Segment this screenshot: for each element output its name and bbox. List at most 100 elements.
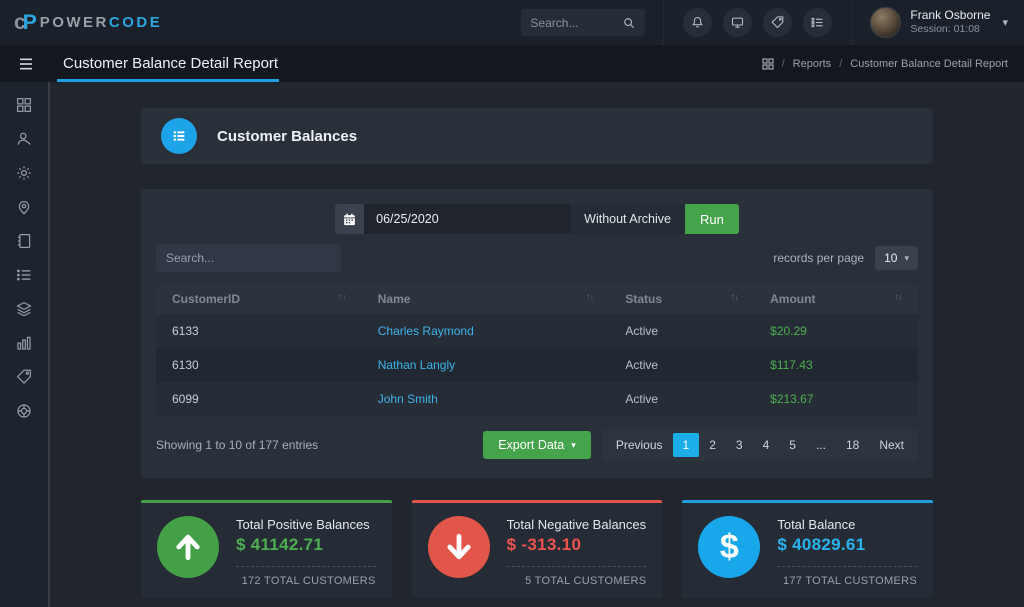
- customer-link[interactable]: John Smith: [378, 392, 438, 406]
- user-name: Frank Osborne: [910, 8, 990, 23]
- export-data-button[interactable]: Export Data ▾: [483, 431, 591, 459]
- positive-badge: [157, 516, 219, 578]
- column-header-customerid[interactable]: CustomerID↑↓: [156, 284, 362, 314]
- summary-cards-row: Total Positive Balances $ 41142.71 172 T…: [141, 500, 933, 598]
- sidebar: [0, 82, 50, 607]
- page-title: Customer Balance Detail Report: [63, 55, 278, 72]
- divider: [236, 566, 376, 567]
- search-icon[interactable]: [622, 16, 636, 30]
- sidebar-item-customers[interactable]: [14, 129, 34, 148]
- pagination-page-5[interactable]: 5: [779, 433, 806, 457]
- table-row: 6130 Nathan Langly Active $117.43: [156, 348, 918, 382]
- report-header-badge: [161, 118, 197, 154]
- breadcrumb: / Reports / Customer Balance Detail Repo…: [762, 58, 1008, 70]
- global-search-input[interactable]: [530, 16, 622, 30]
- dashboard-grid-icon[interactable]: [762, 58, 774, 70]
- sort-icon[interactable]: ↑↓: [586, 292, 594, 303]
- table-list-icon: [171, 128, 187, 144]
- pagination-page-4[interactable]: 4: [753, 433, 780, 457]
- sort-icon[interactable]: ↑↓: [338, 292, 346, 303]
- report-filter-row: 06/25/2020 Without Archive Run: [156, 204, 918, 234]
- pagination-page-3[interactable]: 3: [726, 433, 753, 457]
- total-card-texts: Total Balance $ 40829.61 177 TOTAL CUSTO…: [777, 516, 917, 587]
- run-button[interactable]: Run: [685, 204, 739, 234]
- positive-card-value: $ 41142.71: [236, 535, 376, 555]
- divider: [777, 566, 917, 567]
- notifications-button[interactable]: [683, 8, 712, 37]
- table-header-row: CustomerID↑↓ Name↑↓ Status↑↓ Amount↑↓: [156, 284, 918, 314]
- active-tab-underline: [57, 79, 279, 82]
- sidebar-toggle-button[interactable]: [0, 57, 52, 71]
- table-search-input[interactable]: [166, 251, 331, 265]
- tags-button[interactable]: [763, 8, 792, 37]
- cell-amount: $117.43: [754, 348, 918, 382]
- logo-text: POWERCODE: [40, 14, 163, 31]
- column-header-name[interactable]: Name↑↓: [362, 284, 610, 314]
- customer-balance-table: CustomerID↑↓ Name↑↓ Status↑↓ Amount↑↓ 61…: [156, 284, 918, 416]
- chevron-down-icon: ▾: [1002, 16, 1008, 29]
- total-positive-balances-card: Total Positive Balances $ 41142.71 172 T…: [141, 500, 392, 598]
- arrow-down-icon: [442, 530, 476, 564]
- positive-card-footer: 172 TOTAL CUSTOMERS: [236, 575, 376, 587]
- cell-status: Active: [609, 314, 754, 348]
- cell-customer-name: Nathan Langly: [362, 348, 610, 382]
- cell-amount: $20.29: [754, 314, 918, 348]
- records-per-page-select[interactable]: 10 ▾: [875, 246, 918, 270]
- breadcrumb-reports[interactable]: Reports: [793, 58, 832, 70]
- sidebar-item-tags[interactable]: [14, 367, 34, 386]
- total-card-title: Total Balance: [777, 517, 917, 532]
- records-per-page: records per page 10 ▾: [773, 246, 918, 270]
- report-date-input[interactable]: 06/25/2020: [364, 204, 570, 234]
- sidebar-item-settings[interactable]: [14, 163, 34, 182]
- customer-link[interactable]: Charles Raymond: [378, 324, 474, 338]
- table-search[interactable]: [156, 244, 341, 272]
- pagination-page-18[interactable]: 18: [836, 433, 869, 457]
- pagination-next[interactable]: Next: [869, 433, 914, 457]
- pagination-page-1[interactable]: 1: [673, 433, 700, 457]
- sidebar-item-locations[interactable]: [14, 197, 34, 216]
- customer-link[interactable]: Nathan Langly: [378, 358, 455, 372]
- breadcrumb-current: Customer Balance Detail Report: [850, 58, 1008, 70]
- chevron-down-icon: ▾: [571, 440, 576, 451]
- table-footer: Showing 1 to 10 of 177 entries Export Da…: [156, 429, 918, 461]
- sidebar-item-lists[interactable]: [14, 265, 34, 284]
- showing-entries-text: Showing 1 to 10 of 177 entries: [156, 438, 483, 452]
- total-card-footer: 177 TOTAL CUSTOMERS: [777, 575, 917, 587]
- sort-icon[interactable]: ↑↓: [731, 292, 739, 303]
- monitor-button[interactable]: [723, 8, 752, 37]
- sidebar-item-support[interactable]: [14, 401, 34, 420]
- global-search[interactable]: [521, 9, 645, 36]
- column-header-status[interactable]: Status↑↓: [609, 284, 754, 314]
- list-icon: [810, 15, 825, 30]
- divider: [507, 566, 647, 567]
- sidebar-item-inventory[interactable]: [14, 299, 34, 318]
- sort-icon[interactable]: ↑↓: [895, 292, 903, 303]
- sidebar-item-billing[interactable]: [14, 231, 34, 250]
- cell-customer-id: 6130: [156, 348, 362, 382]
- sidebar-item-dashboard[interactable]: [14, 95, 34, 114]
- positive-card-title: Total Positive Balances: [236, 517, 376, 532]
- negative-card-title: Total Negative Balances: [507, 517, 647, 532]
- column-header-amount[interactable]: Amount↑↓: [754, 284, 918, 314]
- sub-nav: Customer Balance Detail Report / Reports…: [0, 45, 1024, 82]
- records-per-page-label: records per page: [773, 251, 864, 265]
- negative-badge: [428, 516, 490, 578]
- layout: Customer Balances 06/25/2020 Without Arc…: [0, 82, 1024, 607]
- pagination: Previous 1 2 3 4 5 ... 18 Next: [602, 429, 918, 461]
- total-card-value: $ 40829.61: [777, 535, 917, 555]
- main-content: Customer Balances 06/25/2020 Without Arc…: [50, 82, 1024, 607]
- powercode-logo[interactable]: cP POWERCODE: [0, 11, 176, 35]
- user-session: Session: 01:08: [910, 23, 990, 36]
- pagination-page-2[interactable]: 2: [699, 433, 726, 457]
- total-balance-card: $ Total Balance $ 40829.61 177 TOTAL CUS…: [682, 500, 933, 598]
- top-bar: cP POWERCODE: [0, 0, 1024, 45]
- date-picker-button[interactable]: [335, 204, 364, 234]
- tasks-button[interactable]: [803, 8, 832, 37]
- hamburger-icon: [18, 57, 34, 71]
- breadcrumb-separator: /: [839, 58, 842, 70]
- sidebar-item-reports[interactable]: [14, 333, 34, 352]
- pagination-previous[interactable]: Previous: [606, 433, 673, 457]
- table-row: 6133 Charles Raymond Active $20.29: [156, 314, 918, 348]
- archive-toggle[interactable]: Without Archive: [570, 204, 685, 234]
- user-menu[interactable]: Frank Osborne Session: 01:08 ▾: [852, 7, 1024, 38]
